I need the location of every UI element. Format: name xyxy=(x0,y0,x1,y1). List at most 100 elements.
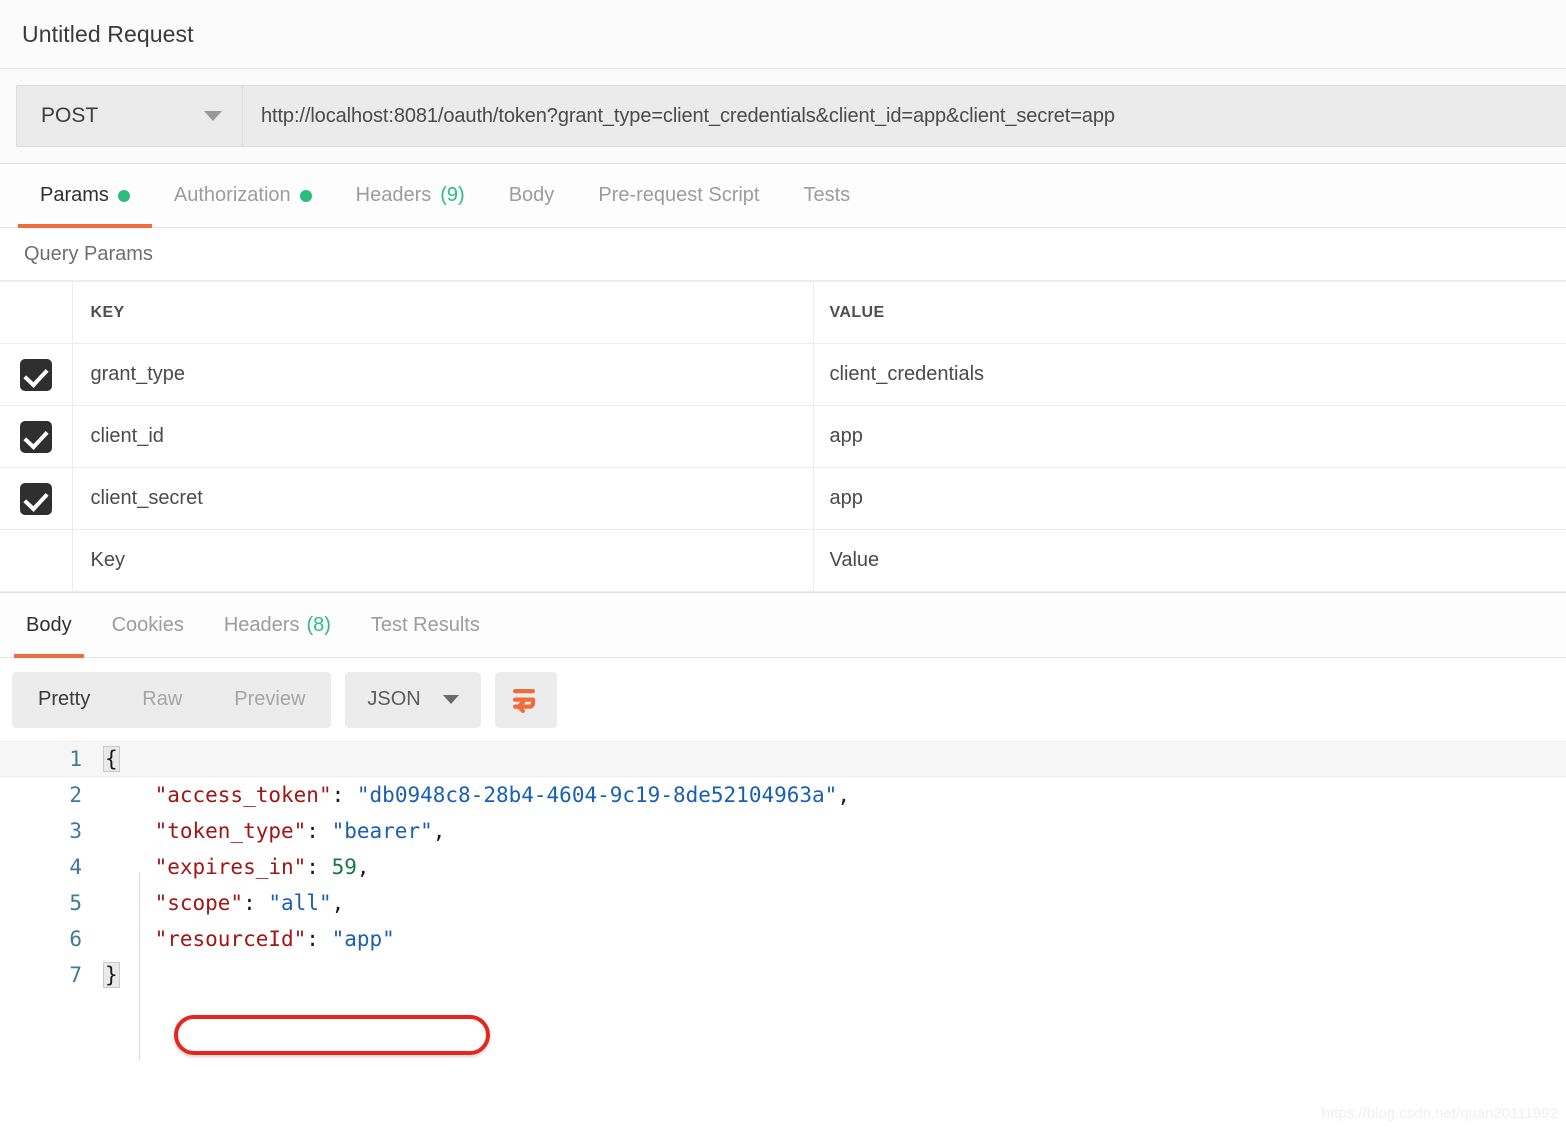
code-token: { xyxy=(103,746,120,772)
response-body-viewer[interactable]: 1{2 "access_token": "db0948c8-28b4-4604-… xyxy=(0,741,1566,993)
tab-body[interactable]: Body xyxy=(487,164,577,227)
view-mode-preview[interactable]: Preview xyxy=(208,672,331,728)
code-line: 7} xyxy=(0,957,1566,993)
code-token: 59 xyxy=(331,855,357,879)
response-tab-label: Cookies xyxy=(111,613,184,636)
url-row: POST http://localhost:8081/oauth/token?g… xyxy=(0,69,1566,164)
code-token: "scope" xyxy=(154,891,244,915)
row-checkbox-cell[interactable] xyxy=(0,467,73,530)
code-line-content: "expires_in": 59, xyxy=(104,849,370,885)
code-line: 2 "access_token": "db0948c8-28b4-4604-9c… xyxy=(0,777,1566,813)
code-token: , xyxy=(837,783,850,807)
checkbox-checked-icon[interactable] xyxy=(19,420,52,453)
code-line: 6 "resourceId": "app" xyxy=(0,921,1566,957)
request-titlebar: Untitled Request xyxy=(0,0,1566,69)
param-key-input[interactable]: grant_type xyxy=(72,343,814,406)
tab-params[interactable]: Params xyxy=(18,164,152,228)
http-method-select[interactable]: POST xyxy=(17,86,243,146)
tab-headers[interactable]: Headers (9) xyxy=(334,164,487,227)
code-token: : xyxy=(306,819,332,843)
format-label: JSON xyxy=(367,688,421,710)
status-dot-icon xyxy=(299,189,312,202)
new-param-value-input[interactable]: Value xyxy=(813,529,1566,592)
tab-label: Headers xyxy=(355,184,432,206)
code-token: , xyxy=(432,819,446,843)
chevron-down-icon xyxy=(204,111,222,121)
code-token: "db0948c8-28b4-4604-9c19-8de52104963a" xyxy=(356,783,838,807)
select-all-column xyxy=(0,281,73,344)
code-line: 3 "token_type": "bearer", xyxy=(0,813,1566,849)
response-tab-count: (8) xyxy=(306,613,331,636)
code-token: , xyxy=(331,891,345,915)
chevron-down-icon xyxy=(442,695,459,704)
table-row: grant_type client_credentials xyxy=(0,343,1566,406)
code-line: 4 "expires_in": 59, xyxy=(0,849,1566,885)
code-line-content: "resourceId": "app" xyxy=(104,921,395,957)
tab-count: (9) xyxy=(440,184,465,206)
code-token: "app" xyxy=(331,927,395,951)
column-header-value: VALUE xyxy=(813,281,1566,344)
view-mode-raw[interactable]: Raw xyxy=(116,672,208,728)
query-params-header: Query Params xyxy=(0,228,1566,281)
code-token: "bearer" xyxy=(331,819,433,843)
line-number: 4 xyxy=(69,855,82,879)
url-bar: POST http://localhost:8081/oauth/token?g… xyxy=(16,85,1566,147)
word-wrap-icon xyxy=(512,688,535,713)
param-key-input[interactable]: client_id xyxy=(72,405,814,468)
param-value-input[interactable]: app xyxy=(813,405,1566,468)
table-row: client_secret app xyxy=(0,467,1566,530)
code-token: "expires_in" xyxy=(154,855,307,879)
response-tab-body[interactable]: Body xyxy=(6,593,92,658)
code-line: 1{ xyxy=(0,741,1566,777)
checkbox-checked-icon[interactable] xyxy=(19,358,52,391)
line-number: 3 xyxy=(69,819,82,843)
code-line-content: "access_token": "db0948c8-28b4-4604-9c19… xyxy=(104,777,850,813)
url-input[interactable]: http://localhost:8081/oauth/token?grant_… xyxy=(243,86,1566,146)
tab-label: Pre-request Script xyxy=(598,184,760,206)
word-wrap-button[interactable] xyxy=(494,671,557,728)
code-token: : xyxy=(331,783,357,807)
view-mode-group: Pretty Raw Preview xyxy=(12,671,332,728)
row-checkbox-cell[interactable] xyxy=(0,405,73,468)
line-number: 5 xyxy=(69,891,82,915)
response-body-toolbar: Pretty Raw Preview JSON xyxy=(0,658,1566,741)
response-tab-headers[interactable]: Headers (8) xyxy=(204,593,351,657)
http-method-label: POST xyxy=(41,104,99,127)
indent-guide xyxy=(139,872,140,1060)
request-tabs: Params Authorization Headers (9) Body Pre-req… xyxy=(0,164,1566,228)
query-params-title: Query Params xyxy=(24,242,153,265)
param-value-input[interactable]: client_credentials xyxy=(813,343,1566,406)
response-tabs: Body Cookies Headers (8) Test Results xyxy=(0,592,1566,658)
code-token: "access_token" xyxy=(154,783,332,807)
code-token: } xyxy=(103,962,120,988)
tab-label: Params xyxy=(40,184,109,206)
tab-tests[interactable]: Tests xyxy=(781,164,872,227)
code-line: 5 "scope": "all", xyxy=(0,885,1566,921)
line-number: 2 xyxy=(69,783,82,807)
row-checkbox-cell[interactable] xyxy=(0,343,73,406)
param-value-input[interactable]: app xyxy=(813,467,1566,530)
tab-label: Authorization xyxy=(173,184,291,206)
watermark: https://blog.csdn.net/quan20111992 xyxy=(1321,1105,1558,1122)
param-key-input[interactable]: client_secret xyxy=(72,467,814,530)
format-select[interactable]: JSON xyxy=(345,671,481,728)
table-header-row: KEY VALUE xyxy=(0,281,1566,344)
code-token: , xyxy=(356,855,370,879)
red-ellipse-annotation xyxy=(174,1015,490,1055)
code-token: : xyxy=(243,891,269,915)
tab-pre-request-script[interactable]: Pre-request Script xyxy=(576,164,781,227)
line-number: 1 xyxy=(69,747,82,771)
code-line-content: { xyxy=(103,741,120,777)
query-params-table: KEY VALUE grant_type client_credentials cl… xyxy=(0,281,1566,592)
response-tab-cookies[interactable]: Cookies xyxy=(92,593,204,657)
tab-authorization[interactable]: Authorization xyxy=(152,164,334,227)
view-mode-pretty[interactable]: Pretty xyxy=(12,672,116,728)
response-tab-test-results[interactable]: Test Results xyxy=(351,593,500,657)
checkbox-checked-icon[interactable] xyxy=(19,482,52,515)
new-param-key-input[interactable]: Key xyxy=(72,529,814,592)
code-line-content: "token_type": "bearer", xyxy=(104,813,446,849)
row-checkbox-cell-empty[interactable] xyxy=(0,529,73,592)
response-tab-label: Test Results xyxy=(370,613,480,636)
